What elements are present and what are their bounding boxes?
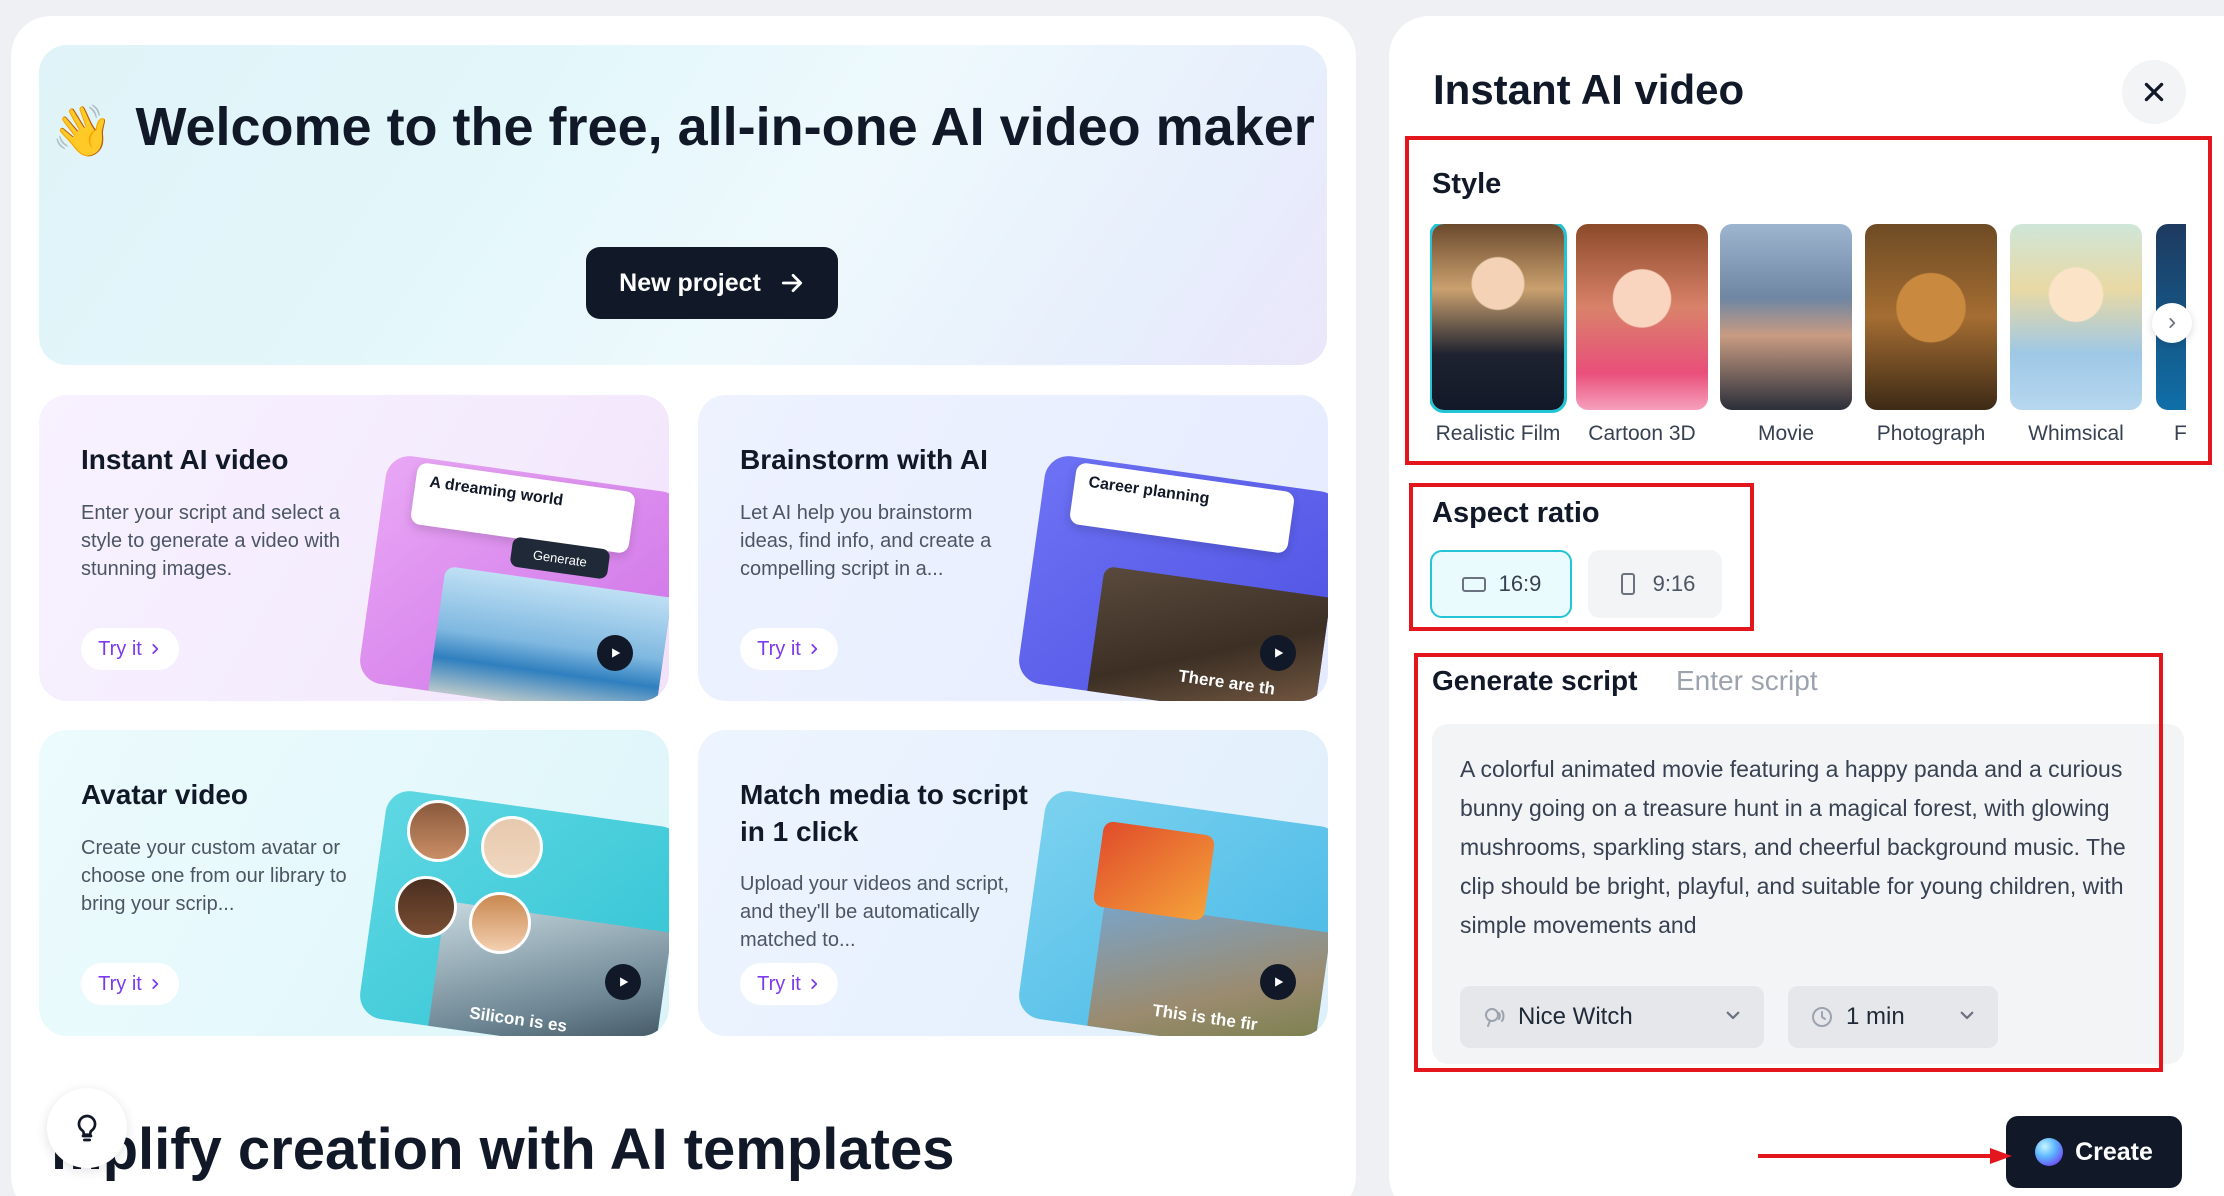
play-icon (605, 964, 641, 1000)
card-title: Avatar video (81, 779, 249, 810)
play-icon (597, 635, 633, 671)
avatar-video-card[interactable]: Avatar video Create your custom avatar o… (39, 730, 669, 1036)
chevron-right-icon (152, 644, 159, 654)
highlight-aspect-section (1409, 483, 1754, 631)
templates-heading: mplify creation with AI templates (51, 1117, 955, 1182)
try-it-button[interactable]: Try it (81, 628, 179, 670)
card-description: Upload your videos and script, and they'… (740, 873, 1010, 951)
avatar (481, 816, 543, 878)
tips-button[interactable] (47, 1088, 127, 1168)
panel-title: Instant AI video (1433, 66, 1745, 113)
highlight-script-section (1414, 653, 2163, 1072)
try-it-button[interactable]: Try it (740, 963, 838, 1005)
card-description: Let AI help you brainstorm ideas, find i… (740, 502, 992, 580)
welcome-title: 👋 Welcome to the free, all-in-one AI vide… (39, 95, 1327, 163)
card-illustration: A dreaming world Generate (356, 453, 669, 701)
close-button[interactable] (2122, 60, 2186, 124)
ai-orb-icon (2035, 1138, 2064, 1166)
play-icon (1260, 635, 1296, 671)
fruit-thumbnail (1092, 820, 1216, 922)
new-project-button[interactable]: New project (586, 247, 838, 319)
card-title: Instant AI video (81, 444, 289, 475)
highlight-style-section (1405, 136, 2212, 465)
match-media-card[interactable]: Match media to script in 1 click Upload … (698, 730, 1328, 1036)
play-icon (1260, 964, 1296, 1000)
card-illustration: Career planning There are th (1015, 453, 1328, 701)
try-it-button[interactable]: Try it (740, 628, 838, 670)
card-title: Match media to script in 1 click (740, 779, 1028, 847)
chevron-right-icon (811, 979, 818, 989)
card-description: Enter your script and select a style to … (81, 502, 341, 580)
home-panel: 👋 Welcome to the free, all-in-one AI vide… (11, 16, 1356, 1196)
avatar (469, 892, 531, 954)
instant-ai-video-card[interactable]: Instant AI video Enter your script and s… (39, 395, 669, 701)
annotation-arrow-icon (1758, 1148, 2012, 1164)
avatar (407, 800, 469, 862)
card-description: Create your custom avatar or choose one … (81, 837, 347, 915)
close-icon (2144, 82, 2164, 102)
card-illustration: Silicon is es (356, 788, 669, 1036)
arrow-right-icon (781, 274, 802, 292)
avatar (395, 876, 457, 938)
brainstorm-card[interactable]: Brainstorm with AI Let AI help you brain… (698, 395, 1328, 701)
try-it-button[interactable]: Try it (81, 963, 179, 1005)
chevron-right-icon (152, 979, 159, 989)
chevron-right-icon (811, 644, 818, 654)
create-button[interactable]: Create (2006, 1116, 2182, 1188)
seascape-image (426, 566, 669, 701)
welcome-banner: 👋 Welcome to the free, all-in-one AI vide… (39, 45, 1327, 365)
waving-hand-icon: 👋 (51, 101, 114, 160)
card-title: Brainstorm with AI (740, 444, 988, 475)
lightbulb-icon (77, 1114, 97, 1142)
card-illustration: This is the fir (1015, 788, 1328, 1036)
